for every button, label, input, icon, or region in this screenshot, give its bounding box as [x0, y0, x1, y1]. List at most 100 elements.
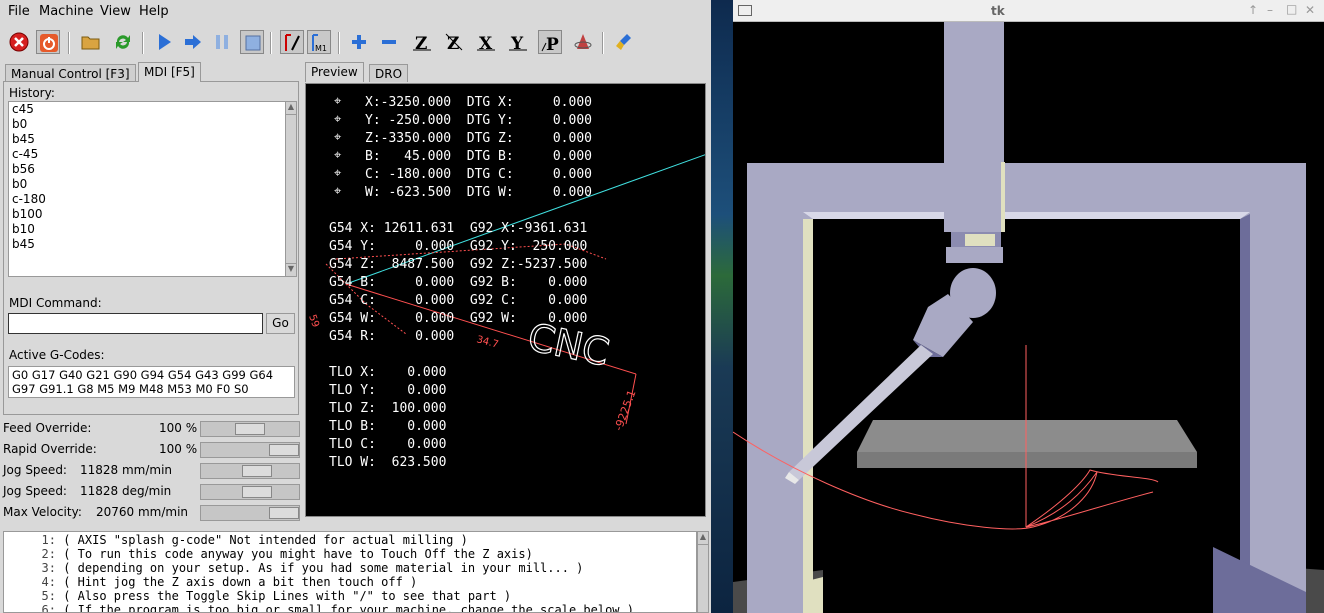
- view-z-button[interactable]: Z: [410, 30, 434, 54]
- mdi-command-input[interactable]: [8, 313, 263, 334]
- slider-thumb[interactable]: [242, 465, 272, 477]
- spindle-collar-light: [965, 234, 995, 246]
- view-z2-button[interactable]: Z: [442, 30, 466, 54]
- jog-speed-value: 11828 mm/min: [80, 463, 173, 477]
- list-item[interactable]: b10: [9, 222, 285, 237]
- feed-override-slider[interactable]: [200, 421, 300, 437]
- estop-icon: [9, 32, 29, 52]
- dro-tlo-line: TLO Y: 0.000: [329, 383, 447, 398]
- desktop-background: [711, 0, 733, 613]
- scroll-up-icon[interactable]: ▲: [698, 532, 708, 545]
- optional-stop-button[interactable]: M1: [307, 30, 331, 54]
- spindle-head: [946, 247, 1003, 263]
- keep-above-icon[interactable]: ↑: [1248, 3, 1258, 17]
- gcode-listing[interactable]: 1: ( AXIS "splash g-code" Not intended f…: [3, 531, 697, 613]
- slider-thumb[interactable]: [242, 486, 272, 498]
- scroll-down-icon[interactable]: ▼: [286, 263, 296, 276]
- list-item[interactable]: c-180: [9, 192, 285, 207]
- reload-button[interactable]: [111, 30, 135, 54]
- gcode-line[interactable]: 2: ( To run this code anyway you might h…: [4, 547, 533, 561]
- preview-canvas[interactable]: CNC -9225.1 34.7 59 ⌖ ⌖ ⌖ ⌖ ⌖ ⌖ X:-3250.…: [305, 83, 706, 517]
- jog-speed-angular-slider[interactable]: [200, 484, 300, 500]
- home-icon: ⌖: [334, 166, 342, 181]
- list-item[interactable]: b100: [9, 207, 285, 222]
- gcode-line[interactable]: 5: ( Also press the Toggle Skip Lines wi…: [4, 589, 512, 603]
- home-icon: ⌖: [334, 130, 342, 145]
- view-p-button[interactable]: P: [538, 30, 562, 54]
- open-file-button[interactable]: [79, 30, 103, 54]
- maximize-icon[interactable]: □: [1286, 2, 1297, 16]
- gcode-scrollbar[interactable]: ▲: [697, 531, 709, 613]
- gcode-line[interactable]: 1: ( AXIS "splash g-code" Not intended f…: [4, 533, 468, 547]
- max-velocity: Max Velocity: 20760 mm/min: [3, 503, 300, 523]
- stop-button[interactable]: [240, 30, 264, 54]
- window-menu-icon[interactable]: [738, 5, 752, 16]
- history-label: History:: [9, 86, 55, 100]
- menubar: File Machine View Help: [0, 0, 711, 24]
- tk-titlebar: tk ↑ – □ ✕: [733, 0, 1324, 22]
- menu-help[interactable]: Help: [139, 4, 169, 19]
- jog-speed-slider[interactable]: [200, 463, 300, 479]
- tab-manual-control[interactable]: Manual Control [F3]: [5, 64, 136, 82]
- view-p-icon: P: [541, 35, 559, 53]
- estop-button[interactable]: [7, 30, 31, 54]
- list-item[interactable]: b56: [9, 162, 285, 177]
- zoom-in-icon: [352, 35, 366, 49]
- view-y-button[interactable]: Y: [506, 30, 530, 54]
- zoom-out-icon: [382, 40, 396, 44]
- history-list[interactable]: c45 b0 b45 c-45 b56 b0 c-180 b100 b10 b4…: [8, 101, 286, 277]
- list-item[interactable]: c-45: [9, 147, 285, 162]
- menu-view[interactable]: View: [100, 4, 131, 19]
- slider-thumb[interactable]: [235, 423, 265, 435]
- machine-3d-view[interactable]: [733, 22, 1324, 613]
- open-file-icon: [81, 36, 100, 50]
- dro-offset-line: G54 Z: 8487.500 G92 Z:-5237.500: [329, 257, 588, 272]
- close-icon[interactable]: ✕: [1305, 3, 1315, 17]
- skip-lines-button[interactable]: [280, 30, 304, 54]
- view-x-button[interactable]: X: [474, 30, 498, 54]
- list-item[interactable]: c45: [9, 102, 285, 117]
- mdi-panel: History: c45 b0 b45 c-45 b56 b0 c-180 b1…: [3, 81, 299, 415]
- list-item[interactable]: b0: [9, 117, 285, 132]
- dro-tlo-line: TLO W: 623.500: [329, 455, 447, 470]
- rapid-override: Rapid Override: 100 %: [3, 440, 300, 460]
- list-item[interactable]: b45: [9, 237, 285, 252]
- list-item[interactable]: b45: [9, 132, 285, 147]
- tab-mdi[interactable]: MDI [F5]: [138, 62, 201, 82]
- history-scrollbar[interactable]: ▲ ▼: [285, 101, 297, 277]
- pause-icon: [216, 35, 228, 49]
- tab-preview[interactable]: Preview: [305, 62, 364, 82]
- gantry-foot-left: [803, 577, 823, 613]
- feed-override: Feed Override: 100 %: [3, 419, 300, 439]
- gcode-line[interactable]: 6: ( If the program is too big or small …: [4, 603, 634, 612]
- menu-machine[interactable]: Machine: [39, 4, 93, 19]
- run-button[interactable]: [152, 30, 176, 54]
- gcode-line[interactable]: 3: ( depending on your setup. As if you …: [4, 561, 584, 575]
- zoom-out-button[interactable]: [377, 30, 401, 54]
- max-velocity-value: 20760 mm/min: [96, 505, 189, 519]
- power-button[interactable]: [36, 30, 60, 54]
- slider-thumb[interactable]: [269, 444, 299, 456]
- minimize-icon[interactable]: –: [1267, 3, 1273, 17]
- step-icon: [185, 35, 201, 49]
- gantry-beam-edge: [803, 212, 1250, 219]
- go-button[interactable]: Go: [266, 313, 295, 334]
- pause-button[interactable]: [210, 30, 234, 54]
- jog-speed-angular: Jog Speed: 11828 deg/min: [3, 482, 300, 502]
- slider-thumb[interactable]: [269, 507, 299, 519]
- dro-axis-line: Z:-3350.000 DTG Z: 0.000: [365, 131, 592, 146]
- clear-plot-button[interactable]: [613, 30, 637, 54]
- gcode-line[interactable]: 4: ( Hint jog the Z axis down a bit then…: [4, 575, 418, 589]
- max-velocity-slider[interactable]: [200, 505, 300, 521]
- list-item[interactable]: b0: [9, 177, 285, 192]
- dro-offset-line: G54 X: 12611.631 G92 X:-9361.631: [329, 221, 588, 236]
- menu-file[interactable]: File: [8, 4, 30, 19]
- zoom-in-button[interactable]: [347, 30, 371, 54]
- svg-text:X: X: [479, 34, 493, 52]
- tab-dro[interactable]: DRO: [369, 64, 409, 82]
- home-icon: ⌖: [334, 112, 342, 127]
- rotate-button[interactable]: [571, 30, 595, 54]
- step-button[interactable]: [181, 30, 205, 54]
- scroll-up-icon[interactable]: ▲: [286, 102, 296, 115]
- rapid-override-slider[interactable]: [200, 442, 300, 458]
